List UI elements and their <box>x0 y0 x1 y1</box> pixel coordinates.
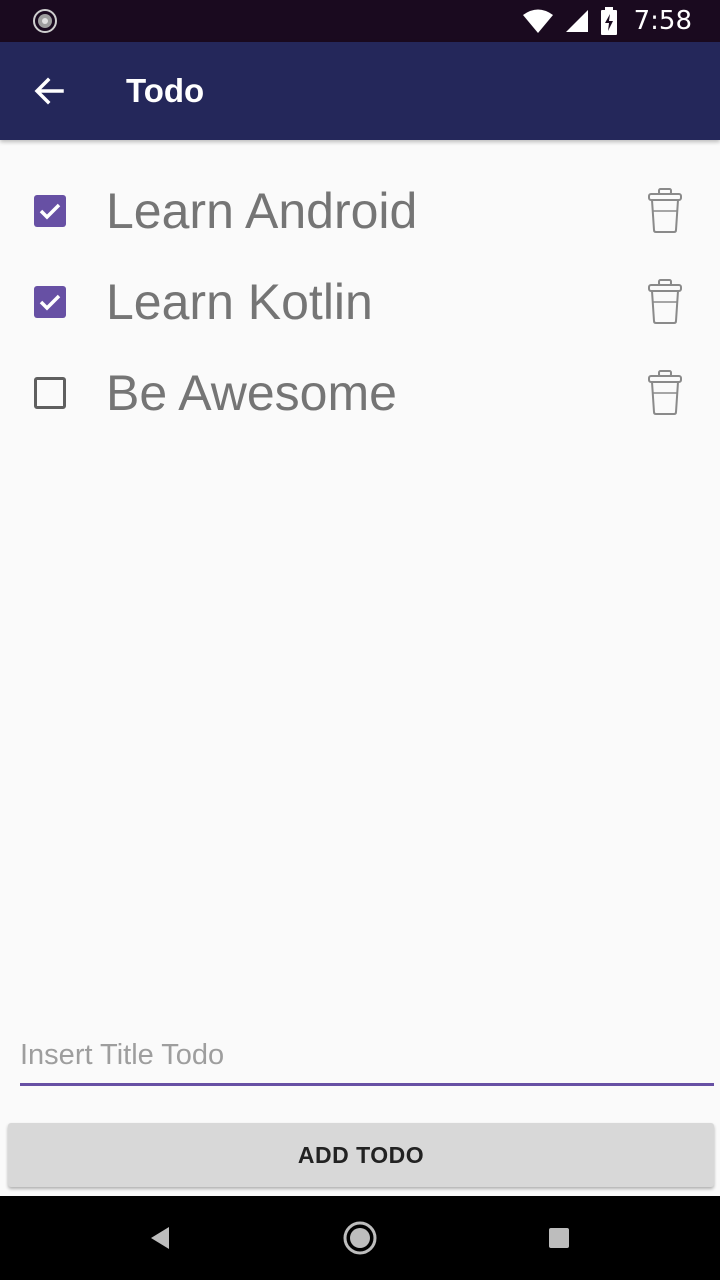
trash-icon[interactable] <box>644 277 686 325</box>
app-bar: Todo <box>0 42 720 140</box>
list-item: Learn Android <box>0 166 720 257</box>
trash-icon[interactable] <box>644 186 686 234</box>
todo-checkbox[interactable] <box>34 286 66 318</box>
todo-list: Learn Android Learn Kotlin Be Awesome <box>0 166 720 439</box>
status-icons: 7:58 <box>522 0 692 42</box>
todo-title: Be Awesome <box>106 365 397 421</box>
status-time: 7:58 <box>633 6 692 36</box>
checkmark-icon <box>39 203 61 220</box>
nav-recents-button[interactable] <box>537 1216 581 1260</box>
trash-icon[interactable] <box>644 368 686 416</box>
wifi-icon <box>522 9 553 33</box>
status-bar: 7:58 <box>0 0 720 42</box>
nav-home-button[interactable] <box>338 1216 382 1260</box>
checkmark-icon <box>39 294 61 311</box>
todo-title: Learn Kotlin <box>106 274 373 330</box>
nav-back-button[interactable] <box>138 1216 182 1260</box>
back-button[interactable] <box>24 66 74 116</box>
page-title: Todo <box>126 72 205 109</box>
notification-icon <box>33 9 57 33</box>
nav-recents-icon <box>549 1228 569 1248</box>
list-item: Be Awesome <box>0 348 720 439</box>
nav-back-icon <box>151 1227 169 1249</box>
nav-home-icon <box>343 1221 377 1255</box>
todo-title-input[interactable] <box>20 1036 714 1086</box>
todo-title: Learn Android <box>106 183 418 239</box>
todo-checkbox[interactable] <box>34 377 66 409</box>
signal-icon <box>565 10 588 32</box>
add-todo-button[interactable]: ADD TODO <box>8 1123 714 1187</box>
arrow-back-icon <box>34 77 64 105</box>
battery-charging-icon <box>600 7 617 35</box>
list-item: Learn Kotlin <box>0 257 720 348</box>
todo-checkbox[interactable] <box>34 195 66 227</box>
navigation-bar <box>0 1196 720 1280</box>
